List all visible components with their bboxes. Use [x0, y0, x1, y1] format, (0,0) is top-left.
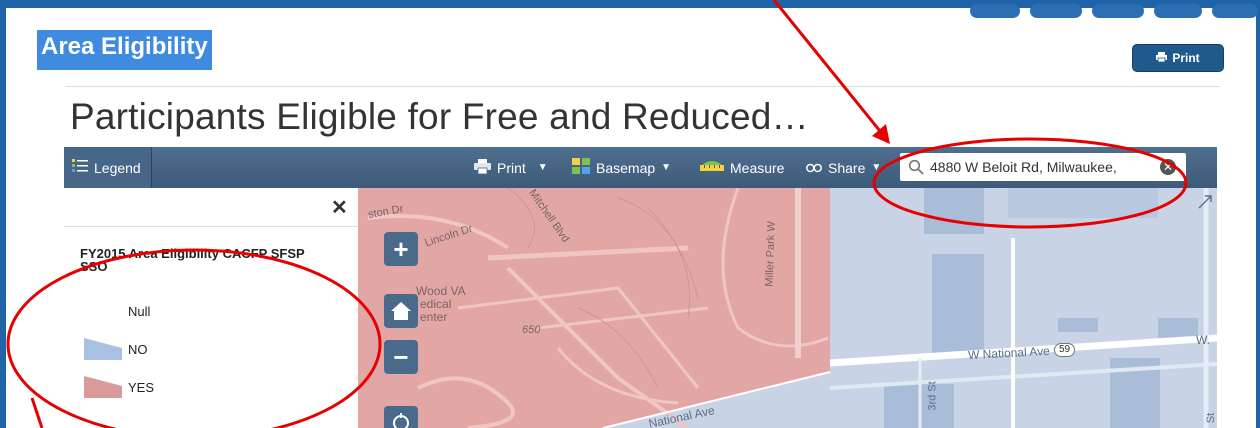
map-canvas [358, 188, 1217, 428]
expand-map-icon[interactable] [1197, 194, 1213, 215]
map-label: Miller Park W [763, 221, 778, 287]
map-label: 3rd St [926, 381, 939, 411]
legend-item-no: NO [84, 338, 148, 360]
window-frame-left [0, 0, 6, 428]
map-print-button[interactable]: Print ▼ [474, 147, 548, 188]
map-title: Participants Eligible for Free and Reduc… [70, 96, 809, 137]
link-chain-icon [806, 160, 822, 176]
legend-button[interactable]: Legend [64, 147, 152, 188]
zoom-in-button[interactable]: + [384, 232, 418, 266]
legend-item-label: Null [128, 303, 151, 319]
map-toolbar: Legend Print ▼ Basemap ▼ Measure Share ▼… [64, 147, 1217, 189]
map-label: enter [420, 310, 448, 324]
legend-list-icon [72, 158, 88, 177]
home-icon [391, 296, 411, 326]
legend-item-null: Null [84, 300, 150, 322]
measure-button[interactable]: Measure [700, 147, 784, 188]
measure-label: Measure [730, 159, 785, 176]
basemap-label: Basemap [596, 159, 656, 176]
legend-swatch-no [84, 338, 122, 360]
top-toolbar-tabs [960, 0, 1260, 18]
top-tab[interactable] [1212, 4, 1258, 18]
locate-button[interactable] [384, 406, 418, 428]
map-label: edical [420, 297, 452, 311]
map-print-label: Print [497, 159, 526, 176]
legend-item-label: NO [128, 341, 148, 357]
printer-icon [474, 158, 491, 177]
map-label: W. [1196, 333, 1210, 347]
legend-swatch-null [84, 300, 122, 322]
basemap-button[interactable]: Basemap ▼ [572, 147, 671, 188]
search-icon [908, 159, 924, 175]
divider [65, 86, 1220, 87]
home-button[interactable] [384, 294, 418, 328]
print-page-button-label: Print [1172, 51, 1200, 65]
map-label: 650 [522, 324, 541, 336]
route-shield: 59 [1054, 343, 1076, 357]
legend-item-label: YES [128, 379, 155, 395]
map-label: St [1205, 412, 1217, 424]
window-frame-right [1256, 0, 1260, 428]
caret-down-icon: ▼ [537, 162, 548, 173]
map-view[interactable]: ston Dr Lincoln Dr Mitchell Blvd Miller … [358, 188, 1217, 428]
legend-swatch-yes [84, 376, 122, 398]
legend-panel: ✕ FY2015 Area Eligibility CACFP SFSP SSO… [64, 188, 359, 428]
close-icon[interactable]: ✕ [331, 198, 348, 218]
printer-icon [1156, 51, 1168, 65]
page-heading: Area Eligibility [37, 30, 212, 70]
top-tab[interactable] [1030, 4, 1082, 18]
caret-down-icon: ▼ [871, 162, 882, 173]
address-search-input[interactable] [924, 159, 1150, 175]
legend-panel-header: ✕ [64, 188, 358, 227]
address-search-box: ✕ [900, 153, 1186, 181]
legend-item-yes: YES [84, 376, 154, 398]
crosshair-icon [391, 409, 411, 428]
top-tab[interactable] [970, 4, 1020, 18]
zoom-out-button[interactable]: − [384, 340, 418, 374]
caret-down-icon: ▼ [661, 162, 672, 173]
share-button[interactable]: Share ▼ [806, 147, 881, 188]
legend-button-label: Legend [94, 159, 141, 176]
map-label: Wood VA [416, 284, 466, 298]
measure-ruler-icon [700, 159, 724, 176]
clear-search-icon[interactable]: ✕ [1160, 159, 1176, 175]
print-page-button[interactable]: Print [1132, 44, 1224, 72]
legend-layer-title: FY2015 Area Eligibility CACFP SFSP SSO [80, 246, 305, 274]
top-tab[interactable] [1154, 4, 1202, 18]
top-tab[interactable] [1092, 4, 1144, 18]
basemap-grid-icon [572, 158, 590, 177]
share-label: Share [828, 159, 866, 176]
